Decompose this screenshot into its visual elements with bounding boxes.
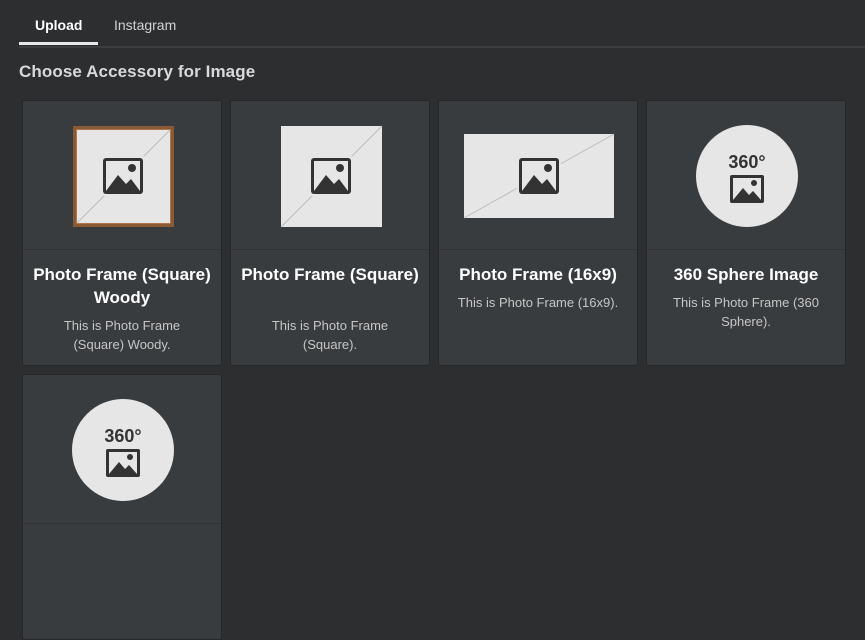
accessory-card-photo-frame-16x9[interactable]: Photo Frame (16x9) This is Photo Frame (… (438, 100, 638, 366)
tab-upload[interactable]: Upload (35, 17, 82, 33)
accessory-card-360-sphere-2[interactable]: 360° (22, 374, 222, 640)
card-title: Photo Frame (16x9) (459, 265, 617, 284)
accessory-card-photo-frame-square-woody[interactable]: Photo Frame (Square) Woody This is Photo… (22, 100, 222, 366)
card-description: This is Photo Frame (360 Sphere). (673, 295, 819, 329)
sphere-360-icon: 360° (696, 125, 798, 227)
card-description: This is Photo Frame (Square) Woody. (63, 318, 181, 352)
sphere-badge: 360° (728, 152, 765, 172)
section-title: Choose Accessory for Image (19, 62, 256, 81)
sphere-badge: 360° (104, 426, 141, 446)
tab-bar: Upload Instagram (19, 0, 865, 48)
card-title: Photo Frame (Square) (241, 265, 419, 284)
card-title: Photo Frame (Square) Woody (33, 265, 211, 307)
square-frame-icon (280, 125, 383, 228)
wide-frame-icon (463, 133, 615, 219)
wood-frame-icon (73, 126, 174, 227)
accessory-card-360-sphere-image[interactable]: 360° 360 Sphere Image This is Photo Fram… (646, 100, 846, 366)
card-thumbnail (439, 101, 637, 250)
accessory-card-photo-frame-square[interactable]: Photo Frame (Square) This is Photo Frame… (230, 100, 430, 366)
card-description: This is Photo Frame (Square). (271, 318, 389, 352)
card-description: This is Photo Frame (16x9). (457, 295, 619, 310)
card-thumbnail: 360° (23, 375, 221, 524)
card-thumbnail: 360° (647, 101, 845, 250)
tab-instagram[interactable]: Instagram (114, 17, 176, 33)
card-title: 360 Sphere Image (673, 265, 819, 284)
card-thumbnail (23, 101, 221, 250)
active-tab-indicator (19, 42, 98, 45)
sphere-360-icon: 360° (72, 399, 174, 501)
card-thumbnail (231, 101, 429, 250)
